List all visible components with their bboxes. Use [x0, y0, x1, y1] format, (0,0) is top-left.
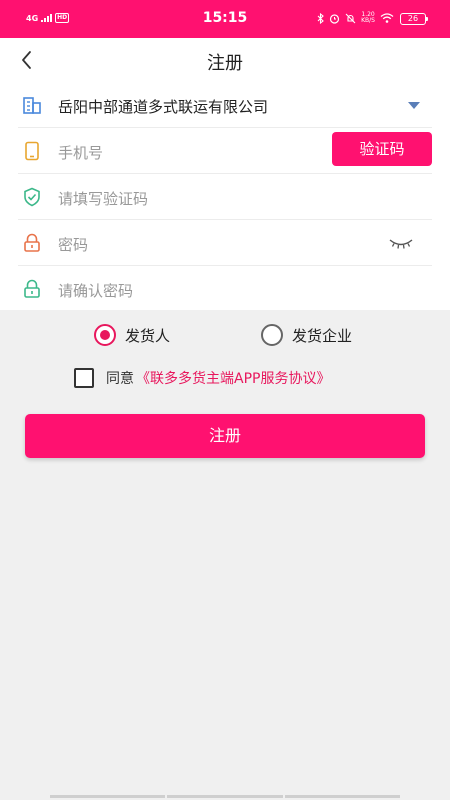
gesture-segment [284, 795, 400, 798]
gesture-segment [50, 795, 166, 798]
status-bar: 4G HD 15:15 1.20 KB/S 26 [0, 0, 450, 38]
role-enterprise[interactable]: 发货企业 [261, 324, 352, 346]
bottom-gesture-bar [50, 795, 400, 798]
network-speed: 1.20 KB/S [361, 12, 375, 24]
company-row[interactable]: 岳阳中部通道多式联运有限公司 [18, 82, 432, 128]
page-title: 注册 [207, 53, 243, 74]
role-shipper[interactable]: 发货人 [94, 324, 170, 346]
confirm-password-input[interactable]: 请确认密码 [58, 280, 133, 301]
status-icons: 1.20 KB/S [317, 12, 394, 24]
register-form: 岳阳中部通道多式联运有限公司 手机号 验证码 请填写验证码 密码 请确认密码 [0, 82, 450, 310]
role-selector: 发货人 发货企业 [0, 322, 450, 350]
get-code-button[interactable]: 验证码 [332, 132, 432, 166]
radio-enterprise[interactable] [261, 324, 283, 346]
company-name: 岳阳中部通道多式联运有限公司 [58, 98, 269, 116]
agreement-row: 同意 《联多多货主端APP服务协议》 [74, 367, 330, 389]
speed-unit: KB/S [361, 17, 375, 24]
building-icon [23, 97, 41, 114]
code-input[interactable]: 请填写验证码 [58, 188, 148, 209]
gesture-segment [167, 795, 283, 798]
confirm-password-row: 请确认密码 [18, 266, 432, 312]
role-shipper-label: 发货人 [125, 326, 171, 345]
eye-closed-icon[interactable] [388, 234, 414, 252]
mute-icon [345, 13, 356, 23]
agreement-checkbox[interactable] [74, 368, 94, 388]
nav-bar: 注册 [0, 38, 450, 82]
password-row: 密码 [18, 220, 432, 266]
password-input[interactable]: 密码 [58, 234, 88, 255]
agreement-prefix: 同意 [106, 371, 134, 387]
lock-icon [24, 279, 40, 298]
register-button[interactable]: 注册 [25, 414, 425, 458]
dropdown-arrow-icon[interactable] [408, 102, 420, 109]
shield-check-icon [24, 187, 40, 207]
battery-icon: 26 [400, 13, 428, 25]
wifi-icon [380, 13, 394, 23]
lock-icon [24, 233, 40, 252]
agreement-link[interactable]: 《联多多货主端APP服务协议》 [136, 368, 330, 388]
radio-shipper[interactable] [94, 324, 116, 346]
phone-row: 手机号 验证码 [18, 128, 432, 174]
code-row: 请填写验证码 [18, 174, 432, 220]
phone-icon [25, 141, 39, 161]
bluetooth-icon [317, 12, 324, 24]
phone-input[interactable]: 手机号 [58, 142, 103, 163]
role-enterprise-label: 发货企业 [292, 326, 353, 345]
alarm-icon [330, 13, 340, 24]
